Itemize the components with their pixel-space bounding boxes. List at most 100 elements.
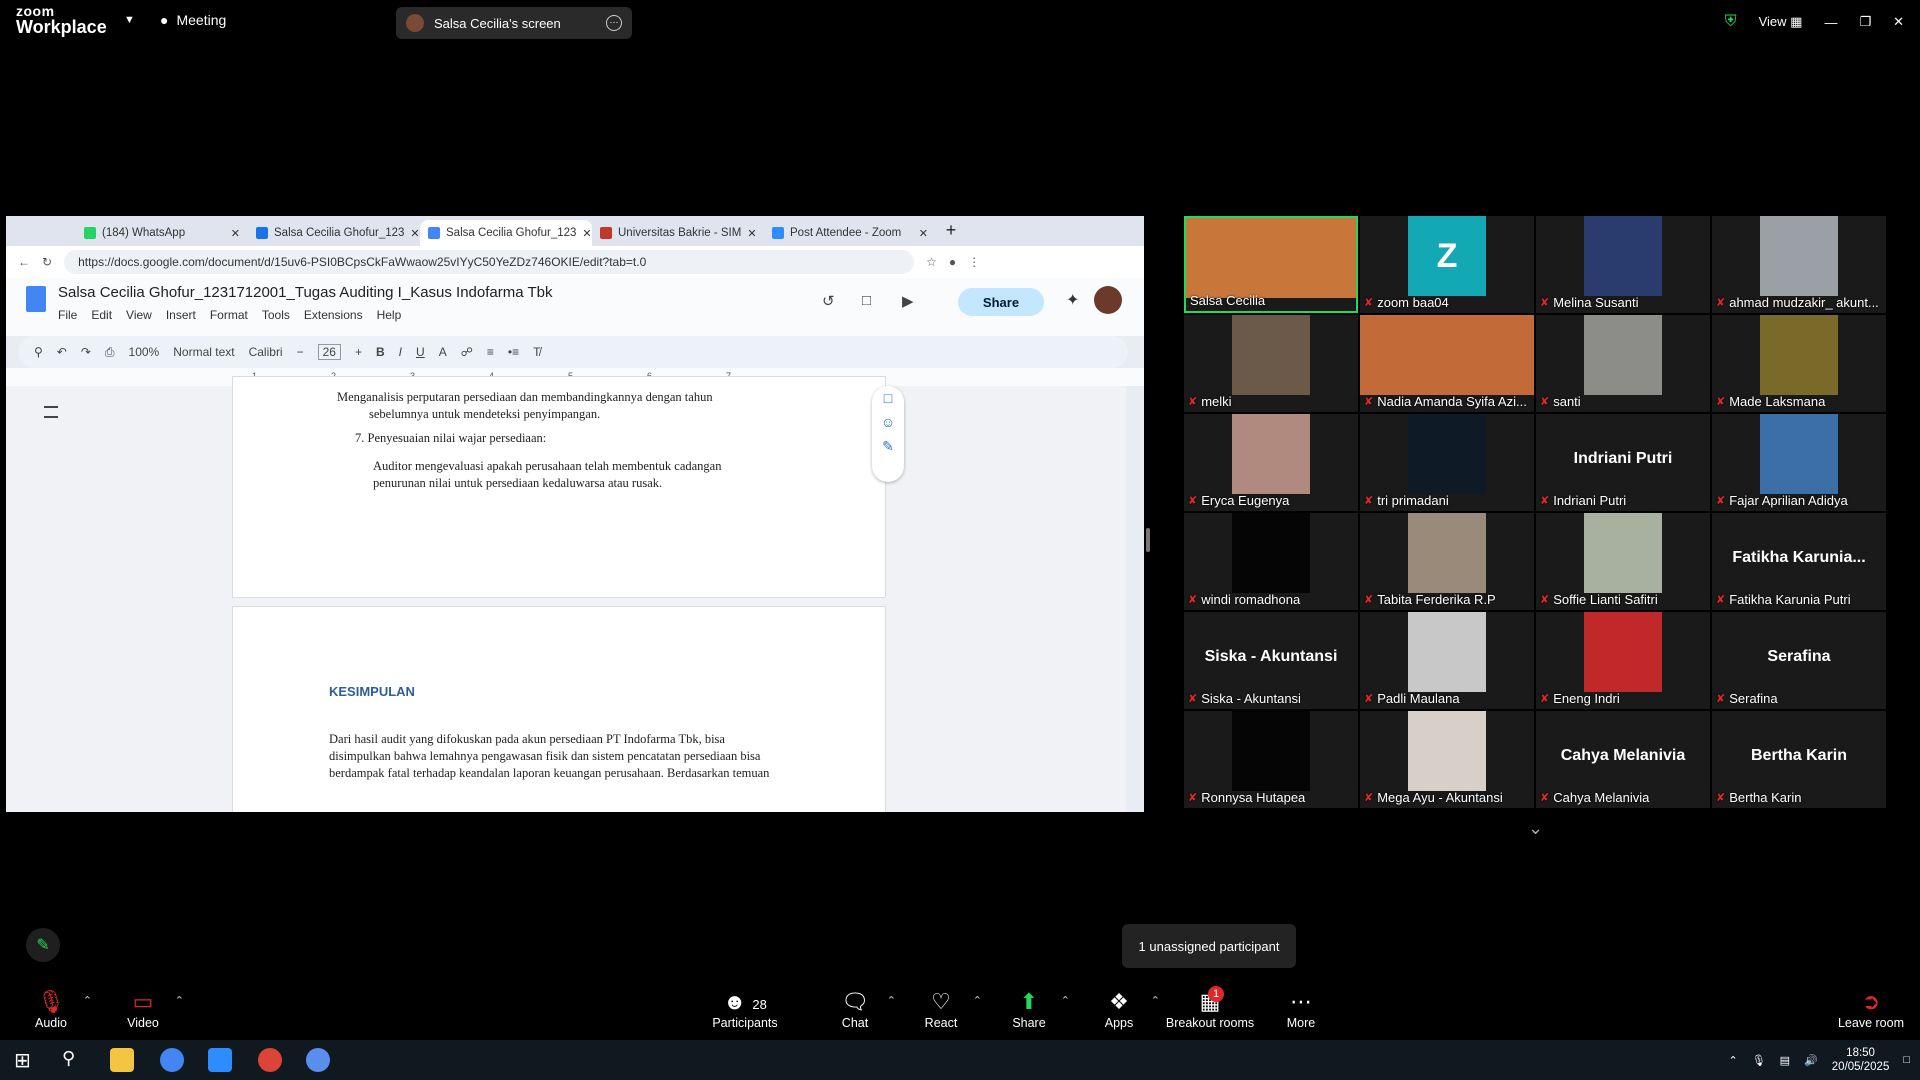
close-tab-icon[interactable]: ✕ (410, 227, 419, 240)
menu-tools[interactable]: Tools (262, 308, 290, 322)
outline-icon[interactable] (44, 406, 58, 418)
new-tab-icon[interactable]: + (936, 220, 966, 246)
gemini-icon[interactable]: ✦ (1066, 290, 1079, 310)
menu-format[interactable]: Format (210, 308, 248, 322)
maximize-icon[interactable]: ❐ (1859, 14, 1871, 30)
close-tab-icon[interactable]: ✕ (747, 227, 756, 240)
text-color-icon[interactable]: A (439, 345, 447, 359)
style-select[interactable]: Normal text (173, 345, 234, 359)
meet-icon[interactable]: ▶ (902, 292, 914, 310)
chat-button[interactable]: 🗨 Chat ⌃ (810, 988, 900, 1030)
redo-icon[interactable]: ↷ (81, 345, 91, 359)
emoji-icon[interactable]: ☺ (872, 414, 904, 430)
search-icon[interactable]: ⚲ (62, 1048, 75, 1069)
print-icon[interactable]: ⎙ (105, 345, 115, 360)
document-page[interactable]: KESIMPULAN Dari hasil audit yang difokus… (232, 606, 886, 812)
chevron-up-icon[interactable]: ⌃ (1728, 1054, 1737, 1067)
zoom-select[interactable]: 100% (129, 345, 160, 359)
participant-tile[interactable]: Fatikha Karunia... ✘ Fatikha Karunia Putri (1712, 513, 1886, 610)
annotate-icon[interactable]: ✎ (26, 928, 60, 962)
audio-button[interactable]: 🎙 Audio ⌃ (6, 988, 96, 1030)
chevron-up-icon[interactable]: ⌃ (175, 994, 184, 1007)
menu-edit[interactable]: Edit (91, 308, 112, 322)
document-page[interactable]: Menganalisis perputaran persediaan dan m… (232, 376, 886, 598)
participant-tile[interactable]: ✘ Soffie Lianti Safitri (1536, 513, 1710, 610)
menu-extensions[interactable]: Extensions (304, 308, 363, 322)
italic-icon[interactable]: I (399, 345, 402, 359)
shield-icon[interactable]: ⛨ (1725, 13, 1737, 31)
undo-icon[interactable]: ↶ (57, 345, 67, 359)
menu-insert[interactable]: Insert (166, 308, 196, 322)
participant-tile[interactable]: ✘ melki (1184, 315, 1358, 412)
minimize-icon[interactable]: — (1824, 15, 1837, 30)
browser-tab-active[interactable]: Salsa Cecilia Ghofur_123 ✕ (420, 220, 592, 246)
close-tab-icon[interactable]: ✕ (919, 227, 928, 240)
unassigned-participant-toast[interactable]: 1 unassigned participant (1122, 924, 1296, 968)
zoom-app-icon[interactable] (208, 1048, 232, 1072)
menu-view[interactable]: View (126, 308, 152, 322)
leave-room-button[interactable]: ➲ Leave room (1826, 988, 1916, 1030)
chevron-up-icon[interactable]: ⌃ (1061, 994, 1070, 1007)
back-icon[interactable]: ← (18, 255, 30, 269)
more-button[interactable]: ⋯ More (1256, 988, 1346, 1030)
document-canvas[interactable]: Menganalisis perputaran persediaan dan m… (6, 376, 1126, 812)
suggest-edit-icon[interactable]: ✎ (872, 438, 904, 455)
browser-tab[interactable]: (184) WhatsApp ✕ (76, 220, 248, 246)
chevron-up-icon[interactable]: ⌃ (887, 994, 896, 1007)
app-icon[interactable] (306, 1048, 330, 1072)
menu-icon[interactable]: ⋮ (968, 255, 980, 269)
link-icon[interactable]: ☍ (461, 345, 473, 359)
participant-tile[interactable]: Serafina ✘ Serafina (1712, 612, 1886, 709)
browser-tab[interactable]: Salsa Cecilia Ghofur_123 ✕ (248, 220, 420, 246)
participant-tile[interactable]: Salsa Cecilia (1184, 216, 1358, 313)
zoom-logo[interactable]: zoom Workplace (16, 4, 107, 36)
network-icon[interactable]: ▤ (1780, 1054, 1790, 1067)
url-field[interactable]: https://docs.google.com/document/d/15uv6… (64, 250, 915, 274)
participant-tile[interactable]: ✘ Eryca Eugenya (1184, 414, 1358, 511)
chevron-up-icon[interactable]: ⌃ (973, 994, 982, 1007)
font-increase-icon[interactable]: + (355, 345, 362, 359)
font-size-field[interactable]: 26 (317, 344, 341, 360)
docs-share-button[interactable]: Share (958, 288, 1044, 316)
browser-tab[interactable]: Universitas Bakrie - SIM ✕ (592, 220, 764, 246)
clock[interactable]: 18:50 20/05/2025 (1832, 1046, 1890, 1074)
participant-tile[interactable]: ✘ Tabita Ferderika R.P (1360, 513, 1534, 610)
participants-button[interactable]: ☻ 28 Participants (700, 988, 790, 1030)
participant-tile[interactable]: ✘ Padli Maulana (1360, 612, 1534, 709)
windows-start-icon[interactable]: ⊞ (14, 1048, 31, 1073)
docs-logo-icon[interactable] (26, 286, 46, 312)
participant-tile[interactable]: ✘ Melina Susanti (1536, 216, 1710, 313)
chrome-icon[interactable] (160, 1048, 184, 1072)
participant-tile[interactable]: ✘ windi romadhona (1184, 513, 1358, 610)
bullet-list-icon[interactable]: •≡ (508, 345, 519, 359)
participant-tile[interactable]: ✘ Made Laksmana (1712, 315, 1886, 412)
align-icon[interactable]: ≡ (487, 345, 494, 359)
view-button[interactable]: View ▦ (1759, 14, 1803, 30)
close-tab-icon[interactable]: ✕ (231, 227, 240, 240)
bold-icon[interactable]: B (376, 345, 385, 359)
font-select[interactable]: Calibri (249, 345, 283, 359)
comment-icon[interactable]: □ (862, 292, 871, 309)
participant-tile[interactable]: ✘ santi (1536, 315, 1710, 412)
profile-icon[interactable]: ● (949, 255, 956, 269)
add-comment-icon[interactable]: □ (872, 390, 904, 406)
chevron-down-icon[interactable]: ▼ (124, 14, 135, 26)
participant-tile[interactable]: Bertha Karin ✘ Bertha Karin (1712, 711, 1886, 808)
participant-tile[interactable]: Cahya Melanivia ✘ Cahya Melanivia (1536, 711, 1710, 808)
more-options-icon[interactable]: ··· (606, 15, 622, 31)
underline-icon[interactable]: U (416, 345, 425, 359)
history-icon[interactable]: ↺ (822, 292, 835, 310)
avatar[interactable] (1094, 286, 1122, 314)
participant-tile[interactable]: Indriani Putri ✘ Indriani Putri (1536, 414, 1710, 511)
file-explorer-icon[interactable] (110, 1048, 134, 1072)
notifications-icon[interactable]: □ (1903, 1054, 1910, 1066)
chevron-down-icon[interactable]: ⌄ (1528, 818, 1543, 839)
splitter-handle[interactable] (1146, 528, 1150, 552)
volume-icon[interactable]: 🔊 (1804, 1054, 1818, 1067)
clear-format-icon[interactable]: T̸ (533, 345, 540, 359)
search-icon[interactable]: ⚲ (34, 345, 43, 359)
video-button[interactable]: ▭ Video ⌃ (98, 988, 188, 1030)
participant-tile[interactable]: Siska - Akuntansi ✘ Siska - Akuntansi (1184, 612, 1358, 709)
participant-tile[interactable]: ✘ Nadia Amanda Syifa Azi... (1360, 315, 1534, 412)
react-button[interactable]: ♡ React ⌃ (896, 988, 986, 1030)
